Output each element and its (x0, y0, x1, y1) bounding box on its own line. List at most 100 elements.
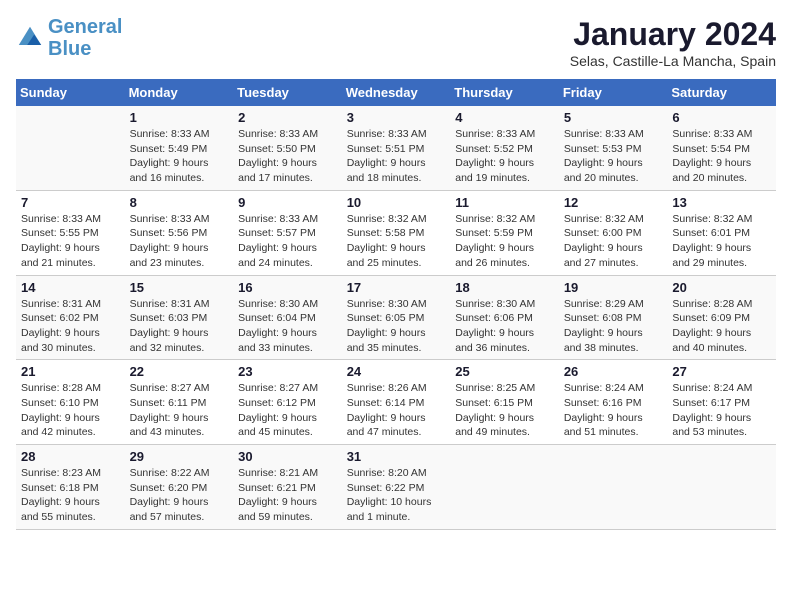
day-number: 2 (238, 110, 337, 125)
day-number: 16 (238, 280, 337, 295)
calendar-cell: 15Sunrise: 8:31 AMSunset: 6:03 PMDayligh… (125, 275, 234, 360)
day-info: Sunrise: 8:24 AMSunset: 6:16 PMDaylight:… (564, 381, 663, 440)
calendar-cell: 23 Sunrise: 8:27 AMSunset: 6:12 PMDayligh… (233, 360, 342, 445)
day-number: 31 (347, 449, 446, 464)
day-info: Sunrise: 8:33 AMSunset: 5:57 PMDaylight:… (238, 212, 337, 271)
day-number: 9 (238, 195, 337, 210)
calendar-header: SundayMondayTuesdayWednesdayThursdayFrid… (16, 79, 776, 106)
calendar-cell: 25 Sunrise: 8:25 AMSunset: 6:15 PMDayligh… (450, 360, 559, 445)
day-of-week-header: Monday (125, 79, 234, 106)
day-number: 4 (455, 110, 554, 125)
calendar-cell: 12Sunrise: 8:32 AMSunset: 6:00 PMDayligh… (559, 190, 668, 275)
day-info: Sunrise: 8:33 AMSunset: 5:51 PMDaylight:… (347, 127, 446, 186)
header-row: SundayMondayTuesdayWednesdayThursdayFrid… (16, 79, 776, 106)
calendar-cell: 20Sunrise: 8:28 AMSunset: 6:09 PMDayligh… (667, 275, 776, 360)
day-info: Sunrise: 8:33 AMSunset: 5:54 PMDaylight:… (672, 127, 771, 186)
day-number: 27 (672, 364, 771, 379)
calendar-cell: 7 Sunrise: 8:33 AMSunset: 5:55 PMDaylight… (16, 190, 125, 275)
calendar-cell: 18 Sunrise: 8:30 AMSunset: 6:06 PMDayligh… (450, 275, 559, 360)
day-number: 24 (347, 364, 446, 379)
logo-text: General Blue (48, 16, 122, 60)
day-info: Sunrise: 8:33 AMSunset: 5:56 PMDaylight:… (130, 212, 229, 271)
title-area: January 2024 Selas, Castille-La Mancha, … (570, 16, 776, 69)
day-number: 1 (130, 110, 229, 125)
day-number: 12 (564, 195, 663, 210)
calendar-cell: 16 Sunrise: 8:30 AMSunset: 6:04 PMDayligh… (233, 275, 342, 360)
day-info: Sunrise: 8:33 AMSunset: 5:53 PMDaylight:… (564, 127, 663, 186)
calendar-cell: 13 Sunrise: 8:32 AMSunset: 6:01 PMDayligh… (667, 190, 776, 275)
calendar-cell: 28Sunrise: 8:23 AMSunset: 6:18 PMDayligh… (16, 445, 125, 530)
day-info: Sunrise: 8:33 AMSunset: 5:50 PMDaylight:… (238, 127, 337, 186)
logo: General Blue (16, 16, 122, 60)
day-info: Sunrise: 8:33 AMSunset: 5:55 PMDaylight:… (21, 212, 120, 271)
day-number: 19 (564, 280, 663, 295)
day-number: 25 (455, 364, 554, 379)
main-title: January 2024 (570, 16, 776, 53)
day-number: 6 (672, 110, 771, 125)
calendar-week-row: 28Sunrise: 8:23 AMSunset: 6:18 PMDayligh… (16, 445, 776, 530)
day-number: 7 (21, 195, 120, 210)
day-number: 3 (347, 110, 446, 125)
day-info: Sunrise: 8:21 AMSunset: 6:21 PMDaylight:… (238, 466, 337, 525)
day-number: 20 (672, 280, 771, 295)
calendar-cell: 3 Sunrise: 8:33 AMSunset: 5:51 PMDaylight… (342, 106, 451, 190)
calendar-cell: 9 Sunrise: 8:33 AMSunset: 5:57 PMDaylight… (233, 190, 342, 275)
day-number: 23 (238, 364, 337, 379)
calendar-body: 1 Sunrise: 8:33 AMSunset: 5:49 PMDaylight… (16, 106, 776, 529)
calendar-week-row: 21Sunrise: 8:28 AMSunset: 6:10 PMDayligh… (16, 360, 776, 445)
calendar-cell: 31 Sunrise: 8:20 AMSunset: 6:22 PMDayligh… (342, 445, 451, 530)
day-number: 15 (130, 280, 229, 295)
day-info: Sunrise: 8:32 AMSunset: 6:01 PMDaylight:… (672, 212, 771, 271)
day-number: 10 (347, 195, 446, 210)
day-info: Sunrise: 8:30 AMSunset: 6:04 PMDaylight:… (238, 297, 337, 356)
day-info: Sunrise: 8:33 AMSunset: 5:49 PMDaylight:… (130, 127, 229, 186)
day-number: 26 (564, 364, 663, 379)
day-number: 22 (130, 364, 229, 379)
calendar-cell: 30 Sunrise: 8:21 AMSunset: 6:21 PMDayligh… (233, 445, 342, 530)
calendar-cell: 29Sunrise: 8:22 AMSunset: 6:20 PMDayligh… (125, 445, 234, 530)
calendar-week-row: 14 Sunrise: 8:31 AMSunset: 6:02 PMDayligh… (16, 275, 776, 360)
calendar-week-row: 7 Sunrise: 8:33 AMSunset: 5:55 PMDaylight… (16, 190, 776, 275)
calendar-cell: 19 Sunrise: 8:29 AMSunset: 6:08 PMDayligh… (559, 275, 668, 360)
day-info: Sunrise: 8:27 AMSunset: 6:12 PMDaylight:… (238, 381, 337, 440)
day-info: Sunrise: 8:28 AMSunset: 6:10 PMDaylight:… (21, 381, 120, 440)
subtitle: Selas, Castille-La Mancha, Spain (570, 53, 776, 69)
calendar-cell (559, 445, 668, 530)
day-of-week-header: Wednesday (342, 79, 451, 106)
day-of-week-header: Saturday (667, 79, 776, 106)
day-info: Sunrise: 8:20 AMSunset: 6:22 PMDaylight:… (347, 466, 446, 525)
day-info: Sunrise: 8:32 AMSunset: 5:58 PMDaylight:… (347, 212, 446, 271)
day-info: Sunrise: 8:25 AMSunset: 6:15 PMDaylight:… (455, 381, 554, 440)
day-number: 28 (21, 449, 120, 464)
day-info: Sunrise: 8:31 AMSunset: 6:02 PMDaylight:… (21, 297, 120, 356)
day-info: Sunrise: 8:30 AMSunset: 6:06 PMDaylight:… (455, 297, 554, 356)
day-of-week-header: Friday (559, 79, 668, 106)
calendar-table: SundayMondayTuesdayWednesdayThursdayFrid… (16, 79, 776, 530)
calendar-cell: 4Sunrise: 8:33 AMSunset: 5:52 PMDaylight… (450, 106, 559, 190)
day-info: Sunrise: 8:29 AMSunset: 6:08 PMDaylight:… (564, 297, 663, 356)
day-number: 13 (672, 195, 771, 210)
day-number: 18 (455, 280, 554, 295)
day-number: 30 (238, 449, 337, 464)
calendar-cell: 6 Sunrise: 8:33 AMSunset: 5:54 PMDaylight… (667, 106, 776, 190)
day-of-week-header: Tuesday (233, 79, 342, 106)
calendar-week-row: 1 Sunrise: 8:33 AMSunset: 5:49 PMDaylight… (16, 106, 776, 190)
header: General Blue January 2024 Selas, Castill… (16, 16, 776, 69)
calendar-cell: 2 Sunrise: 8:33 AMSunset: 5:50 PMDaylight… (233, 106, 342, 190)
day-of-week-header: Sunday (16, 79, 125, 106)
calendar-cell: 14 Sunrise: 8:31 AMSunset: 6:02 PMDayligh… (16, 275, 125, 360)
day-info: Sunrise: 8:27 AMSunset: 6:11 PMDaylight:… (130, 381, 229, 440)
day-number: 5 (564, 110, 663, 125)
calendar-cell: 22 Sunrise: 8:27 AMSunset: 6:11 PMDayligh… (125, 360, 234, 445)
day-number: 29 (130, 449, 229, 464)
day-of-week-header: Thursday (450, 79, 559, 106)
calendar-cell: 11Sunrise: 8:32 AMSunset: 5:59 PMDayligh… (450, 190, 559, 275)
day-number: 14 (21, 280, 120, 295)
day-number: 17 (347, 280, 446, 295)
calendar-cell (450, 445, 559, 530)
calendar-cell: 17Sunrise: 8:30 AMSunset: 6:05 PMDayligh… (342, 275, 451, 360)
day-info: Sunrise: 8:24 AMSunset: 6:17 PMDaylight:… (672, 381, 771, 440)
calendar-cell: 21Sunrise: 8:28 AMSunset: 6:10 PMDayligh… (16, 360, 125, 445)
calendar-cell (667, 445, 776, 530)
logo-icon (16, 24, 44, 52)
